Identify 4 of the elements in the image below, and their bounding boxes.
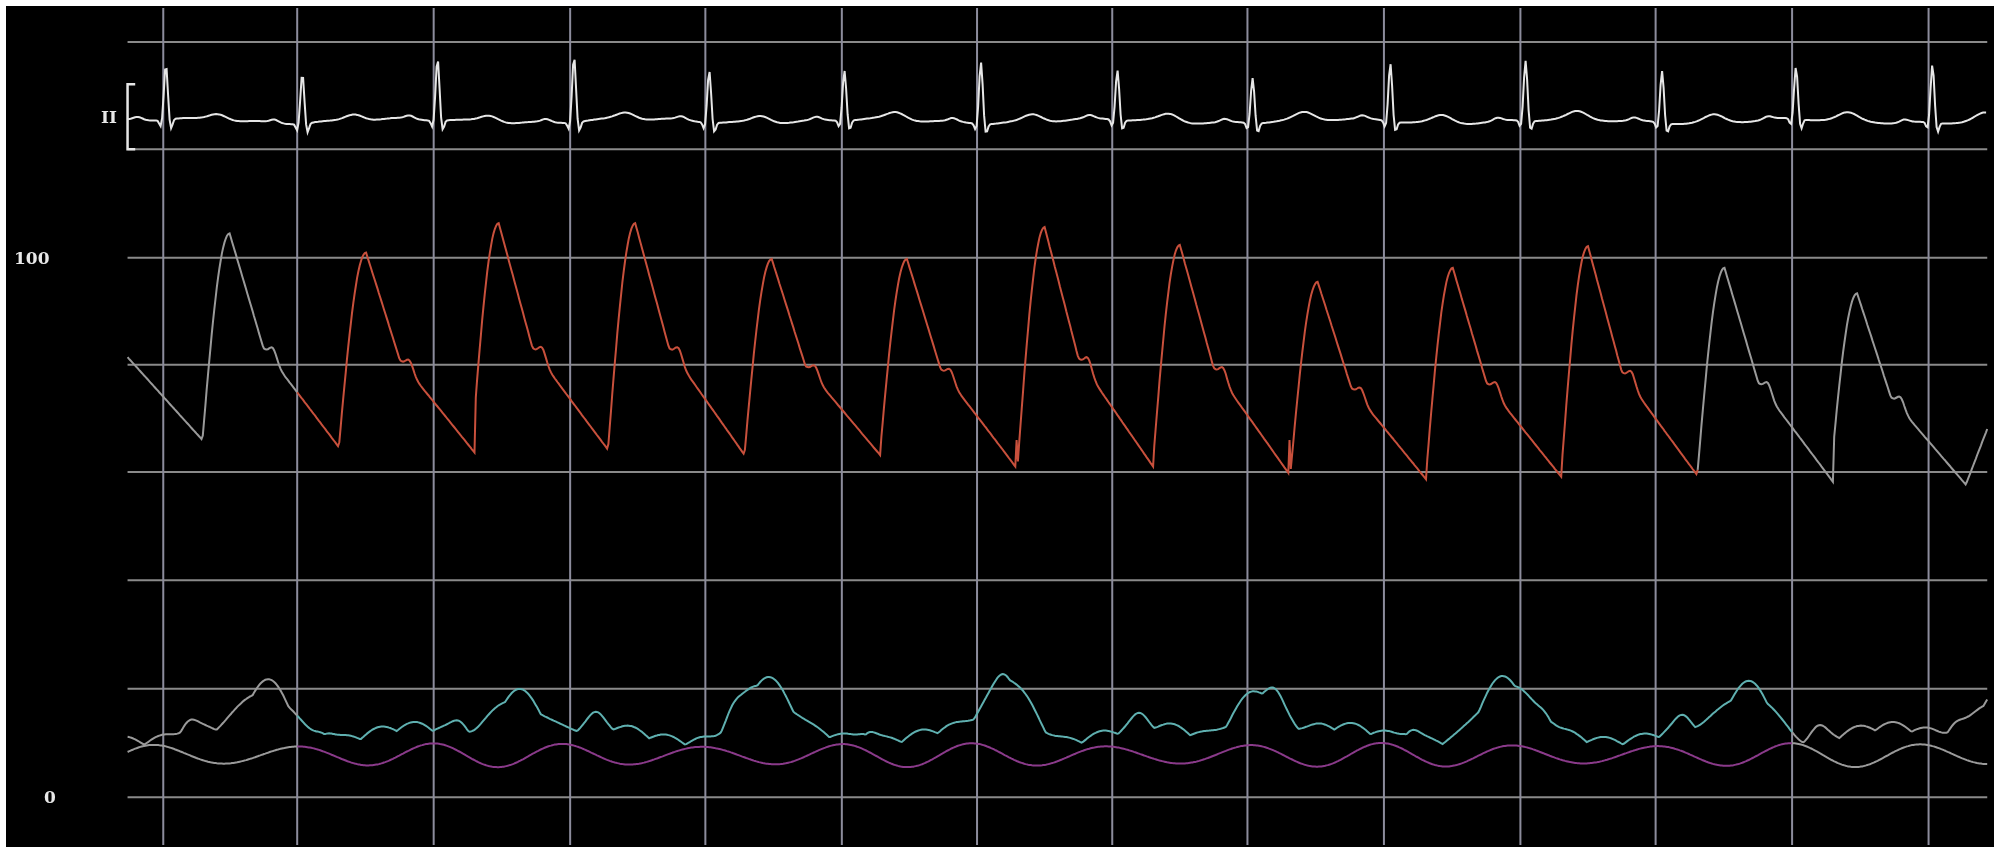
scale-bracket: [126, 82, 136, 151]
lead-label: II: [101, 107, 117, 127]
scale-label: 100: [14, 247, 50, 268]
scale-label: 0: [44, 787, 56, 808]
